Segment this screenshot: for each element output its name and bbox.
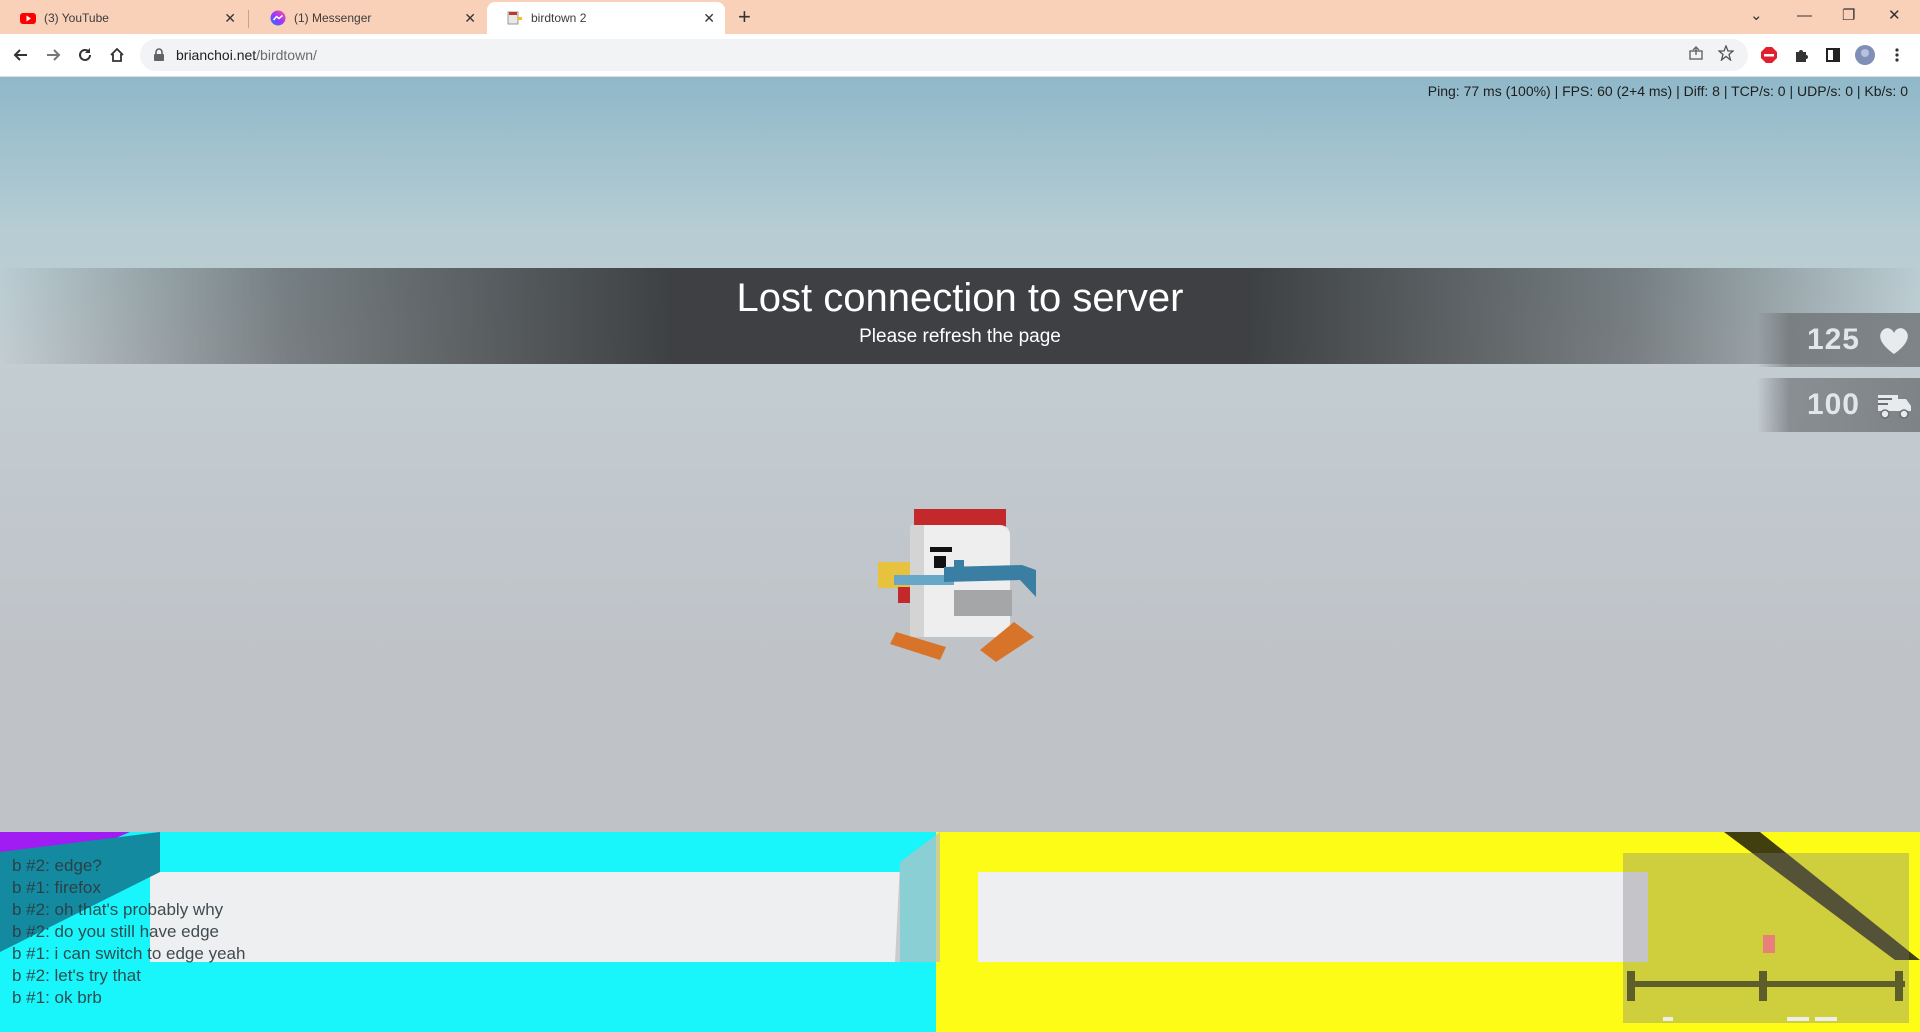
chat-message: b #1: ok brb [12,988,102,1007]
home-icon [110,47,124,62]
bookmark-star-icon[interactable] [1718,45,1734,61]
new-tab-button[interactable]: + [738,4,751,30]
back-arrow-icon [13,49,27,61]
profile-avatar[interactable] [1854,44,1876,66]
close-tab-icon[interactable]: ✕ [224,10,236,27]
banner-title: Lost connection to server [736,276,1184,320]
url-text[interactable]: brianchoi.net/birdtown/ [176,47,317,63]
bird-player [878,509,1036,662]
chat-message: b #1: i can switch to edge yeah [12,944,246,963]
back-button[interactable] [8,42,34,68]
tab-title: (1) Messenger [294,11,372,25]
extensions-puzzle-icon[interactable] [1790,44,1812,66]
health-display: 125 [1757,313,1920,367]
messenger-icon [270,10,286,26]
minimap [1623,853,1909,1023]
chat-message: b #2: let's try that [12,966,141,985]
close-tab-icon[interactable]: ✕ [464,10,476,27]
url-host: brianchoi.net [176,47,257,63]
tab-birdtown[interactable]: birdtown 2 ✕ [487,2,725,34]
close-tab-icon[interactable]: ✕ [703,10,715,27]
minimap-drawing [1627,935,1905,1021]
reload-button[interactable] [72,42,98,68]
tab-messenger[interactable]: (1) Messenger ✕ [250,2,486,34]
tab-youtube[interactable]: (3) YouTube ✕ [0,2,246,34]
chat-message: b #2: do you still have edge [12,922,219,941]
chat-message: b #1: firefox [12,878,101,897]
chat-message: b #2: edge? [12,856,102,875]
address-bar[interactable]: brianchoi.net/birdtown/ [140,39,1748,71]
forward-arrow-icon [47,49,61,61]
minimize-button[interactable]: — [1797,0,1812,30]
home-button[interactable] [104,42,130,68]
browser-toolbar: brianchoi.net/birdtown/ [0,34,1920,77]
share-icon[interactable] [1688,45,1704,61]
ammo-display: 100 [1757,378,1920,432]
url-path: /birdtown/ [256,47,317,63]
truck-icon [1878,395,1911,419]
network-stats: Ping: 77 ms (100%) | FPS: 60 (2+4 ms) | … [1427,83,1908,99]
youtube-icon [20,13,36,24]
adblock-icon[interactable] [1758,44,1780,66]
chat-message: b #2: oh that's probably why [12,900,224,919]
tab-title: birdtown 2 [531,11,587,25]
forward-button[interactable] [40,42,66,68]
tab-strip: (3) YouTube ✕ (1) Messenger ✕ birdtown 2… [0,0,1920,34]
banner-subtitle: Please refresh the page [859,326,1061,347]
chat-log: b #2: edge? b #1: firefox b #2: oh that'… [12,855,245,1009]
birdtown-icon [507,11,522,25]
tab-title: (3) YouTube [44,11,109,25]
health-value: 125 [1806,323,1860,356]
lock-icon[interactable] [152,48,166,62]
ammo-value: 100 [1806,388,1860,421]
connection-banner: Lost connection to server Please refresh… [0,268,1920,364]
reload-icon [79,48,91,61]
tab-search-icon[interactable]: ⌄ [1750,0,1763,30]
game-canvas[interactable]: Ping: 77 ms (100%) | FPS: 60 (2+4 ms) | … [0,77,1920,1032]
close-window-button[interactable]: ✕ [1888,0,1901,30]
menu-kebab-icon[interactable] [1886,44,1908,66]
side-panel-icon[interactable] [1822,44,1844,66]
restore-button[interactable]: ❐ [1842,0,1855,30]
heart-icon [1880,328,1908,354]
